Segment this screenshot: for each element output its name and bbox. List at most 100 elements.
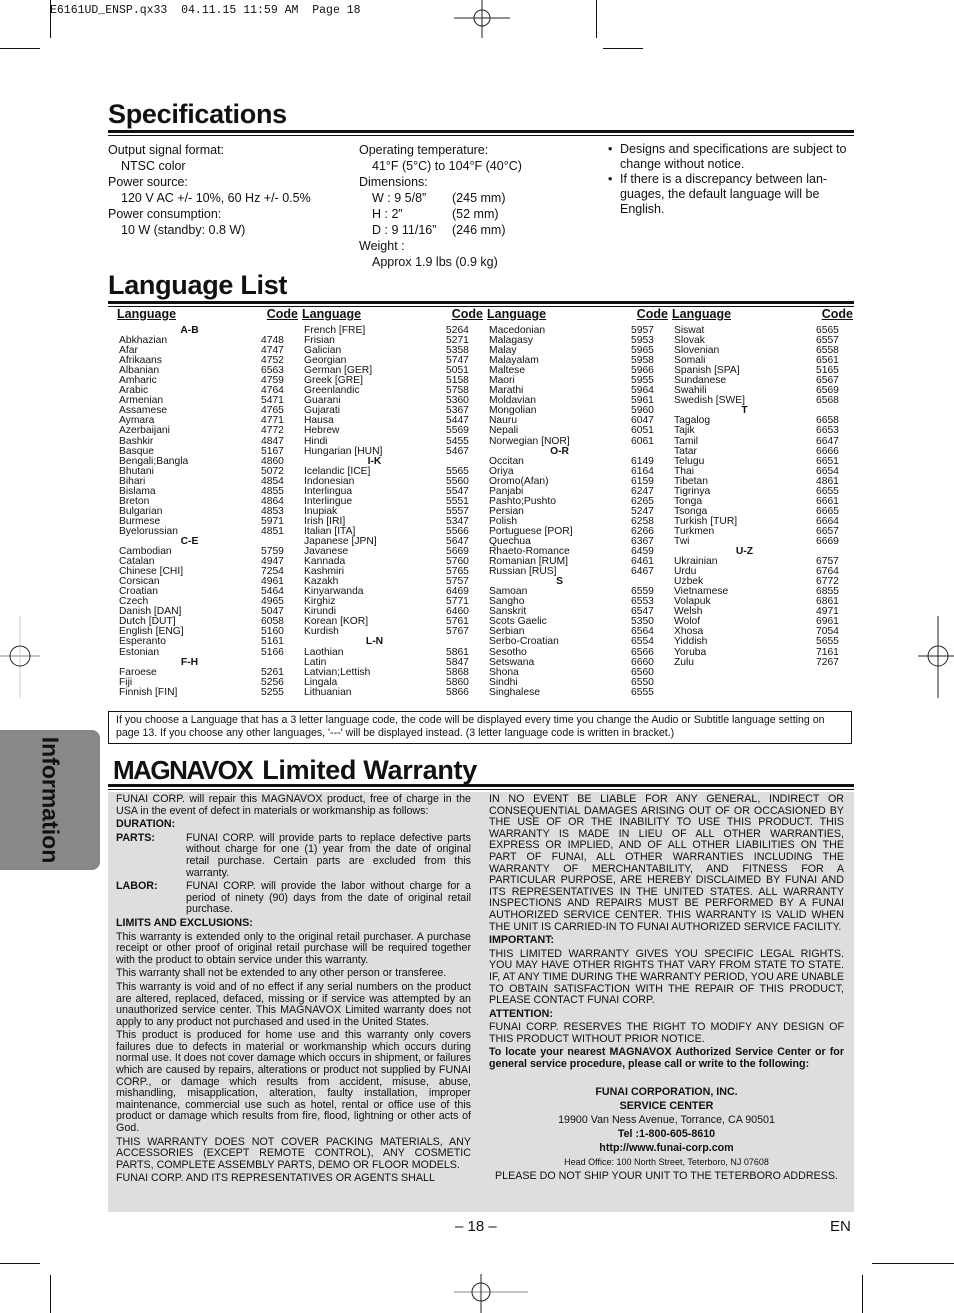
language-column-header: Language Code xyxy=(117,307,302,321)
language-code: 6669 xyxy=(816,535,839,547)
language-name: Faroese xyxy=(119,666,157,678)
language-name: Nepali xyxy=(489,425,519,437)
spec-value: 41°F (5°C) to 104°F (40°C) xyxy=(372,159,522,173)
warranty-paragraph: This warranty shall not be extended to a… xyxy=(116,967,447,980)
language-code: 5255 xyxy=(261,686,284,698)
heading-rule xyxy=(108,130,854,133)
spec-note: Designs and specifications are subject t… xyxy=(608,142,853,172)
language-row: Norwegian [NOR] 6061 xyxy=(487,435,672,447)
language-code: 4851 xyxy=(261,525,284,537)
language-code: 5569 xyxy=(446,425,469,437)
spec-notes: Designs and specifications are subject t… xyxy=(608,142,853,217)
labor-term: LABOR: FUNAI CORP. will provide the labor… xyxy=(116,880,471,916)
warranty-right-column: IN NO EVENT BE LIABLE FOR ANY GENERAL, I… xyxy=(489,793,844,1183)
warranty-paragraph: FUNAI CORP. AND ITS REPRESENTATIVES OR A… xyxy=(116,1172,435,1185)
service-phone: Tel :1-800-605-8610 xyxy=(617,1127,716,1140)
language-row: Singhalese 6555 xyxy=(487,686,672,698)
shipping-warning: PLEASE DO NOT SHIP YOUR UNIT TO THE TETE… xyxy=(495,1169,838,1182)
language-code: 5866 xyxy=(446,686,469,698)
important-label: IMPORTANT: xyxy=(489,934,555,947)
warranty-heading: MAGNAVOX Limited Warranty xyxy=(113,755,477,786)
language-section-label: L-N xyxy=(365,636,384,648)
service-center-label: SERVICE CENTER xyxy=(619,1099,714,1112)
language-row: Azerbaijani 4772 xyxy=(117,426,302,436)
language-column: Language Code French [FRE] 5264 Frisian 5271 G… xyxy=(302,307,487,698)
head-office-address: Head Office: 100 North Street, Teterboro… xyxy=(564,1156,769,1167)
language-row: Estonian 5166 xyxy=(117,647,302,658)
crop-mark xyxy=(872,1263,954,1264)
page-number: – 18 – xyxy=(455,1218,497,1235)
language-code: 6653 xyxy=(816,425,839,437)
language-code: 7267 xyxy=(816,656,839,668)
heading-rule xyxy=(108,784,854,787)
important-text: THIS LIMITED WARRANTY GIVES YOU SPECIFIC… xyxy=(489,947,844,1007)
language-row: Tajik 6653 xyxy=(672,426,857,436)
language-name: Finnish [FIN] xyxy=(119,686,178,698)
warranty-disclaimer: IN NO EVENT BE LIABLE FOR ANY GENERAL, I… xyxy=(489,793,844,933)
language-row: Hungarian [HUN] 5467 xyxy=(302,446,487,457)
spec-note: If there is a discrepancy between lan-gu… xyxy=(608,172,853,217)
crop-mark xyxy=(596,0,597,38)
language-row: Byelorussian 4851 xyxy=(117,525,302,537)
language-code: 5161 xyxy=(261,636,284,648)
dimension-row: D : 9 11/16” (246 mm) xyxy=(372,223,506,237)
spec-value: NTSC color xyxy=(121,159,186,173)
section-tab-label: Information xyxy=(37,736,64,864)
spec-label: Output signal format: xyxy=(108,143,225,157)
language-code: 6061 xyxy=(631,435,654,447)
service-website-link[interactable]: http://www.funai-corp.com xyxy=(489,1141,844,1155)
crop-mark xyxy=(0,1263,40,1264)
registration-mark-icon xyxy=(454,1274,528,1313)
language-row: Swedish [SWE] 6568 xyxy=(672,396,857,406)
company-name: FUNAI CORPORATION, INC. xyxy=(595,1085,738,1098)
language-code: 6555 xyxy=(631,686,654,698)
warranty-paragraph: THIS WARRANTY DOES NOT COVER PACKING MAT… xyxy=(116,1135,471,1171)
language-name: Lithuanian xyxy=(304,686,352,698)
spec-label: Power source: xyxy=(108,175,188,189)
language-column: Language Code Macedonian 5957 Malagasy 5953 Ma… xyxy=(487,307,672,698)
language-row: Yiddish 5655 xyxy=(672,637,857,647)
warranty-paragraph: This warranty is extended only to the or… xyxy=(116,930,471,966)
section-tab-information: Information xyxy=(0,730,100,870)
heading-rule xyxy=(108,135,854,136)
warranty-left-column: FUNAI CORP. will repair this MAGNAVOX pr… xyxy=(116,793,471,1187)
header-code: Code xyxy=(636,307,668,321)
spec-column-1: Output signal format: NTSC color Power s… xyxy=(108,142,348,238)
language-code: 5767 xyxy=(446,626,469,638)
language-code: 6568 xyxy=(816,395,839,407)
language-indicator: EN xyxy=(830,1218,851,1235)
language-name: Hebrew xyxy=(304,425,340,437)
language-name: Singhalese xyxy=(489,686,540,698)
specifications-heading: Specifications xyxy=(108,99,287,129)
header-code: Code xyxy=(266,307,298,321)
language-code: 4772 xyxy=(261,425,284,437)
header-language: Language xyxy=(302,307,362,321)
service-address: 19900 Van Ness Avenue, Torrance, CA 9050… xyxy=(558,1113,775,1126)
attention-label: ATTENTION: xyxy=(489,1007,553,1020)
language-column-header: Language Code xyxy=(302,307,487,321)
crop-mark xyxy=(50,0,51,38)
warranty-paragraph: This product is produced for home use an… xyxy=(116,1029,471,1135)
language-name: Abkhazian xyxy=(119,335,168,347)
language-code: 6554 xyxy=(631,636,654,648)
header-language: Language xyxy=(487,307,547,321)
registration-mark-icon xyxy=(454,0,510,38)
language-name: Serbo-Croatian xyxy=(489,636,559,648)
language-name: Esperanto xyxy=(119,636,166,648)
spec-column-2: Operating temperature: 41°F (5°C) to 104… xyxy=(359,142,599,270)
magnavox-logo: MAGNAVOX xyxy=(113,755,254,785)
language-list-heading: Language List xyxy=(108,270,288,300)
warranty-title: Limited Warranty xyxy=(262,755,477,785)
spec-value: 120 V AC +/- 10%, 60 Hz +/- 0.5% xyxy=(121,191,311,205)
language-code-note: If you choose a Language that has a 3 le… xyxy=(108,711,852,744)
heading-rule xyxy=(108,789,854,790)
language-column: Language Code Siswat 6565 Slovak 6557 Slovenia… xyxy=(672,307,857,698)
crop-mark xyxy=(0,48,40,49)
language-row: Nepali 6051 xyxy=(487,426,672,436)
language-row: Esperanto 5161 xyxy=(117,637,302,647)
attention-text: FUNAI CORP. RESERVES THE RIGHT TO MODIFY… xyxy=(489,1021,844,1045)
crop-mark xyxy=(603,48,643,49)
language-name: Turkmen xyxy=(674,525,715,537)
heading-rule xyxy=(108,301,854,304)
language-row: Kurdish 5767 xyxy=(302,627,487,637)
